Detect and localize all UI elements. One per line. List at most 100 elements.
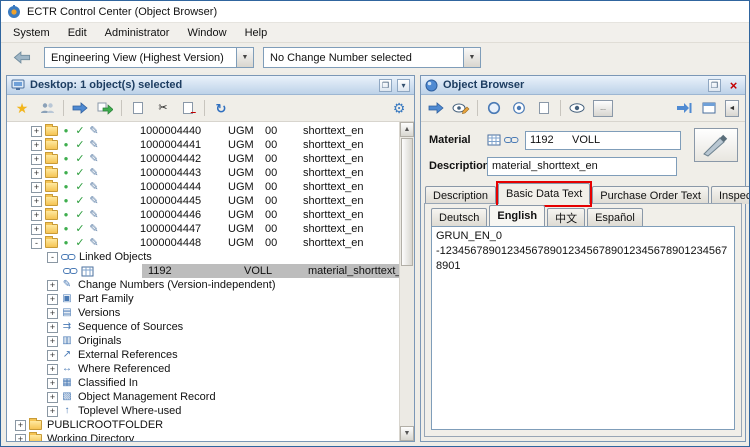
tree-row-object[interactable]: + ● ✓ ✎ 1000004443 UGM 00 shorttext_en (7, 166, 399, 180)
menu-edit[interactable]: Edit (59, 24, 96, 42)
record-circle-icon[interactable] (510, 98, 528, 118)
export-structure-icon[interactable] (96, 98, 114, 118)
new-document-icon[interactable] (129, 98, 147, 118)
expander-icon[interactable]: + (31, 195, 42, 207)
favorites-star-icon[interactable]: ★ (13, 98, 31, 118)
scrollbar-track[interactable] (400, 267, 414, 426)
expander-icon[interactable]: + (47, 405, 58, 417)
wand-button[interactable] (694, 128, 738, 162)
engineering-view-dropdown[interactable]: Engineering View (Highest Version) ▼ (44, 47, 254, 68)
expander-icon[interactable]: + (47, 363, 58, 375)
tab-basic-data-text[interactable]: Basic Data Text (496, 181, 593, 207)
check-icon: ✓ (75, 222, 85, 235)
expander-icon[interactable]: + (31, 125, 42, 137)
menu-system[interactable]: System (4, 24, 59, 42)
expander-icon[interactable]: + (47, 335, 58, 347)
tree-row-object[interactable]: + ● ✓ ✎ 1000004441 UGM 00 shorttext_en (7, 138, 399, 152)
expander-icon[interactable]: + (31, 223, 42, 235)
refresh-icon[interactable]: ↻ (212, 98, 230, 118)
expander-icon[interactable]: + (31, 153, 42, 165)
pencil-icon: ✎ (89, 180, 99, 193)
forward-arrow-icon[interactable] (71, 98, 89, 118)
remove-document-icon[interactable] (179, 98, 197, 118)
expander-icon[interactable]: + (31, 181, 42, 193)
users-icon[interactable] (38, 98, 56, 118)
tree-row-object[interactable]: + ● ✓ ✎ 1000004447 UGM 00 shorttext_en (7, 222, 399, 236)
tab-lang-chinese[interactable]: 中文 (547, 208, 586, 226)
tree-row-working-directory[interactable]: + Working Directory (7, 432, 399, 441)
detach-panel-button[interactable]: ❐ (708, 78, 721, 92)
tree-row-originals[interactable]: + ▥ Originals (7, 334, 399, 348)
tree-row-object[interactable]: + ● ✓ ✎ 1000004444 UGM 00 shorttext_en (7, 180, 399, 194)
dock-window-icon[interactable] (700, 98, 718, 118)
tree-row-object[interactable]: + ● ✓ ✎ 1000004445 UGM 00 shorttext_en (7, 194, 399, 208)
tree-row-versions[interactable]: + ▤ Versions (7, 306, 399, 320)
more-functions-button[interactable]: ... (593, 99, 613, 117)
scrollbar-thumb[interactable] (401, 138, 413, 266)
display-change-icon[interactable] (452, 98, 470, 118)
expander-icon[interactable]: + (47, 293, 58, 305)
tab-inspection-text[interactable]: Inspection... (710, 186, 749, 204)
back-button[interactable] (9, 47, 35, 69)
tree-row-object-management-record[interactable]: + ▧ Object Management Record (7, 390, 399, 404)
display-eye-icon[interactable] (568, 98, 586, 118)
close-panel-icon[interactable]: × (726, 78, 741, 93)
tab-lang-espanol[interactable]: Español (587, 208, 643, 226)
tree-row-external-references[interactable]: + ↗ External References (7, 348, 399, 362)
tree-row-sequence-of-sources[interactable]: + ⇉ Sequence of Sources (7, 320, 399, 334)
detach-panel-button[interactable]: ❐ (379, 78, 392, 92)
cut-icon[interactable]: ✂ (154, 98, 172, 118)
scroll-up-button[interactable]: ▲ (400, 122, 414, 137)
selected-row-highlight: 1192 VOLL material_shorttext_en (142, 264, 399, 278)
expander-icon[interactable]: + (47, 391, 58, 403)
tree-row-linked-material[interactable]: 1192 VOLL material_shorttext_en (7, 264, 399, 278)
expander-icon[interactable]: + (47, 377, 58, 389)
scroll-down-button[interactable]: ▼ (400, 426, 414, 441)
language-tabs: Deutsch English 中文 Español (425, 204, 741, 226)
collapse-panel-icon[interactable]: ◄ (725, 99, 739, 117)
tree-row-change-numbers[interactable]: + ✎ Change Numbers (Version-independent) (7, 278, 399, 292)
expander-icon[interactable]: + (31, 167, 42, 179)
tab-purchase-order-text[interactable]: Purchase Order Text (592, 186, 709, 204)
description-field[interactable]: material_shorttext_en (487, 156, 677, 176)
tree-row-publicrootfolder[interactable]: + PUBLICROOTFOLDER (7, 418, 399, 432)
object-id: 1000004446 (140, 209, 202, 221)
tree-row-part-family[interactable]: + ▣ Part Family (7, 292, 399, 306)
tree-row-object[interactable]: + ● ✓ ✎ 1000004440 UGM 00 shorttext_en (7, 124, 399, 138)
new-document-icon[interactable] (535, 98, 553, 118)
folder-icon (45, 166, 58, 178)
material-field[interactable]: 1192 VOLL (525, 130, 681, 150)
tree-row-classified-in[interactable]: + ▦ Classified In (7, 376, 399, 390)
tab-description[interactable]: Description (425, 186, 497, 204)
tree-row-where-referenced[interactable]: + ↔ Where Referenced (7, 362, 399, 376)
object-description: shorttext_en (303, 153, 364, 165)
expander-icon[interactable]: + (31, 209, 42, 221)
menu-window[interactable]: Window (178, 24, 235, 42)
object-version: 00 (265, 153, 278, 165)
tree-row-object-expanded[interactable]: - ● ✓ ✎ 1000004448 UGM 00 shorttext_en (7, 236, 399, 250)
tree-row-toplevel-where-used[interactable]: + ↑ Toplevel Where-used (7, 404, 399, 418)
forward-arrow-icon[interactable] (427, 98, 445, 118)
expander-icon[interactable]: + (15, 433, 26, 441)
menu-administrator[interactable]: Administrator (96, 24, 179, 42)
change-number-dropdown[interactable]: No Change Number selected ▼ (263, 47, 481, 68)
tab-lang-english[interactable]: English (489, 205, 546, 226)
tree-row-object[interactable]: + ● ✓ ✎ 1000004446 UGM 00 shorttext_en (7, 208, 399, 222)
expander-icon[interactable]: + (15, 419, 26, 431)
expander-icon[interactable]: - (31, 237, 42, 249)
expander-icon[interactable]: + (47, 349, 58, 361)
settings-gear-icon[interactable]: ⚙ (390, 98, 408, 118)
basic-data-text-area[interactable]: GRUN_EN_0 -12345678901234567890123456789… (431, 226, 735, 430)
expander-icon[interactable]: - (47, 251, 58, 263)
expander-icon[interactable]: + (47, 321, 58, 333)
move-to-right-icon[interactable] (675, 98, 693, 118)
expander-icon[interactable]: + (47, 279, 58, 291)
expander-icon[interactable]: + (47, 307, 58, 319)
tree-row-linked-objects[interactable]: - Linked Objects (7, 250, 399, 264)
menu-help[interactable]: Help (236, 24, 277, 42)
tree-row-object[interactable]: + ● ✓ ✎ 1000004442 UGM 00 shorttext_en (7, 152, 399, 166)
expander-icon[interactable]: + (31, 139, 42, 151)
panel-menu-button[interactable]: ▾ (397, 78, 410, 92)
status-circle-icon[interactable] (485, 98, 503, 118)
tab-lang-deutsch[interactable]: Deutsch (431, 208, 488, 226)
